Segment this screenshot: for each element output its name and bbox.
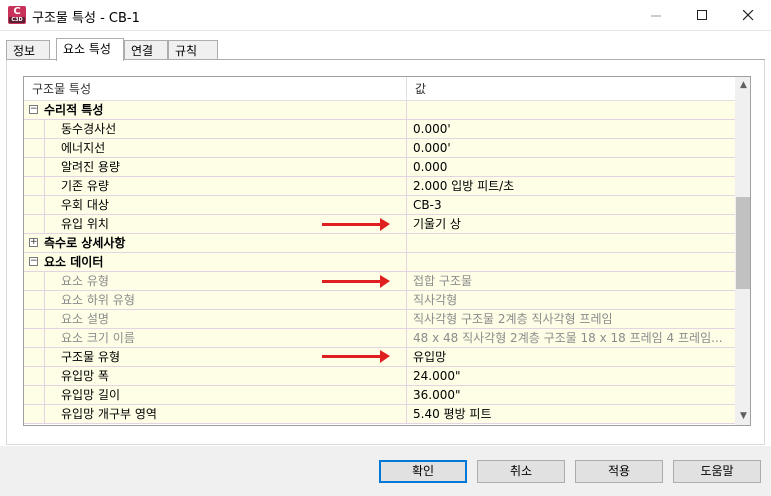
property-name-cell: 요소 크기 이름: [24, 329, 407, 347]
property-name-cell: 에너지선: [24, 139, 407, 157]
property-row[interactable]: 요소 크기 이름 48 x 48 직사각형 2계층 구조물 18 x 18 프레임…: [24, 329, 735, 348]
property-label: 요소 데이터: [44, 255, 104, 269]
scroll-up-icon[interactable]: ▲: [735, 77, 750, 94]
column-header-value[interactable]: 값: [407, 77, 735, 101]
property-name-cell: 우회 대상: [24, 196, 407, 214]
column-header-property[interactable]: 구조물 특성: [24, 77, 407, 101]
property-value-cell[interactable]: 5.40 평방 피트: [407, 405, 735, 423]
apply-button[interactable]: 적용: [575, 460, 663, 483]
property-name-cell: 유입망 개구부 영역: [24, 405, 407, 423]
property-name-cell: 기존 유량: [24, 177, 407, 195]
property-value-cell[interactable]: 48 x 48 직사각형 2계층 구조물 18 x 18 프레임 4 프레임..…: [407, 329, 735, 347]
expand-icon[interactable]: +: [29, 238, 38, 247]
property-label: 유입 위치: [61, 217, 109, 231]
scroll-down-icon[interactable]: ▼: [735, 408, 750, 425]
property-value-cell[interactable]: 기울기 상: [407, 215, 735, 233]
property-value-cell[interactable]: 24.000": [407, 367, 735, 385]
vertical-scrollbar[interactable]: ▲ ▼: [735, 77, 750, 425]
collapse-icon[interactable]: −: [29, 105, 38, 114]
property-row[interactable]: 기존 유량 2.000 입방 피트/초: [24, 177, 735, 196]
property-label: 유입망 길이: [61, 388, 121, 402]
app-icon-sub: C3D: [9, 17, 25, 23]
tab-strip: 정보 요소 특성 연결 규칙: [0, 38, 771, 61]
help-button[interactable]: 도움말: [673, 460, 761, 483]
property-name-cell: + 측수로 상세사항: [24, 234, 407, 252]
property-name-cell: 유입망 폭: [24, 367, 407, 385]
tab-connections[interactable]: 연결: [124, 40, 168, 60]
property-label: 알려진 용량: [61, 160, 121, 174]
property-label: 동수경사선: [61, 122, 117, 136]
category-row[interactable]: − 수리적 특성: [24, 101, 735, 120]
property-name-cell: 알려진 용량: [24, 158, 407, 176]
property-row[interactable]: 요소 하위 유형 직사각형: [24, 291, 735, 310]
property-value-cell[interactable]: 직사각형 구조물 2계층 직사각형 프레임: [407, 310, 735, 328]
tab-rules[interactable]: 규칙: [168, 40, 218, 60]
scroll-thumb[interactable]: [736, 197, 750, 289]
property-label: 유입망 폭: [61, 369, 109, 383]
maximize-button[interactable]: [679, 0, 725, 31]
property-label: 측수로 상세사항: [44, 236, 126, 250]
property-value-cell: [407, 101, 735, 119]
property-label: 우회 대상: [61, 198, 109, 212]
property-name-cell: − 요소 데이터: [24, 253, 407, 271]
property-label: 유입망 개구부 영역: [61, 407, 157, 421]
property-value-cell[interactable]: 0.000: [407, 158, 735, 176]
property-label: 요소 하위 유형: [61, 293, 135, 307]
property-row[interactable]: 유입망 개구부 영역 5.40 평방 피트: [24, 405, 735, 424]
annotation-arrow-icon: [322, 275, 390, 288]
title-bar: C C3D 구조물 특성 - CB-1: [0, 0, 771, 31]
minimize-button[interactable]: [633, 0, 679, 31]
grid-rows: − 수리적 특성 동수경사선 0.000' 에너지선 0.000' 알려진 용량 0.000 기…: [24, 101, 735, 424]
property-value-cell: [407, 234, 735, 252]
property-grid: 구조물 특성 값 − 수리적 특성 동수경사선 0.000' 에너지선 0.000' 알려진…: [23, 76, 751, 426]
property-label: 수리적 특성: [44, 103, 104, 117]
tab-element-properties[interactable]: 요소 특성: [56, 38, 124, 61]
property-value-cell[interactable]: 접합 구조물: [407, 272, 735, 290]
property-value-cell[interactable]: 0.000': [407, 139, 735, 157]
property-label: 요소 설명: [61, 312, 109, 326]
property-name-cell: 요소 하위 유형: [24, 291, 407, 309]
property-label: 기존 유량: [61, 179, 109, 193]
civil3d-app-icon: C C3D: [8, 6, 26, 24]
property-value-cell[interactable]: 직사각형: [407, 291, 735, 309]
property-label: 구조물 유형: [61, 350, 121, 364]
property-name-cell: 유입망 길이: [24, 386, 407, 404]
minimize-icon: [650, 15, 661, 17]
category-row[interactable]: + 측수로 상세사항: [24, 234, 735, 253]
close-icon: [742, 10, 753, 21]
property-row[interactable]: 유입망 길이 36.000": [24, 386, 735, 405]
property-value-cell[interactable]: 0.000': [407, 120, 735, 138]
property-value-cell[interactable]: 유입망: [407, 348, 735, 366]
property-value-cell[interactable]: 36.000": [407, 386, 735, 404]
property-row[interactable]: 에너지선 0.000': [24, 139, 735, 158]
property-label: 요소 유형: [61, 274, 109, 288]
property-name-cell: 동수경사선: [24, 120, 407, 138]
maximize-icon: [696, 10, 707, 20]
collapse-icon[interactable]: −: [29, 257, 38, 266]
property-row[interactable]: 알려진 용량 0.000: [24, 158, 735, 177]
window-title: 구조물 특성 - CB-1: [32, 11, 140, 26]
property-value-cell[interactable]: 2.000 입방 피트/초: [407, 177, 735, 195]
category-row[interactable]: − 요소 데이터: [24, 253, 735, 272]
property-row[interactable]: 우회 대상 CB-3: [24, 196, 735, 215]
tab-info[interactable]: 정보: [6, 40, 50, 60]
cancel-button[interactable]: 취소: [477, 460, 565, 483]
property-row[interactable]: 유입망 폭 24.000": [24, 367, 735, 386]
property-label: 에너지선: [61, 141, 106, 155]
grid-header: 구조물 특성 값: [24, 77, 735, 101]
property-value-cell[interactable]: CB-3: [407, 196, 735, 214]
property-value-cell: [407, 253, 735, 271]
ok-button[interactable]: 확인: [379, 460, 467, 483]
property-row[interactable]: 동수경사선 0.000': [24, 120, 735, 139]
property-name-cell: − 수리적 특성: [24, 101, 407, 119]
annotation-arrow-icon: [322, 350, 390, 363]
property-name-cell: 요소 설명: [24, 310, 407, 328]
close-button[interactable]: [725, 0, 771, 31]
app-icon-letter: C: [13, 6, 21, 17]
property-row[interactable]: 요소 설명 직사각형 구조물 2계층 직사각형 프레임: [24, 310, 735, 329]
annotation-arrow-icon: [322, 218, 390, 231]
property-label: 요소 크기 이름: [61, 331, 135, 345]
